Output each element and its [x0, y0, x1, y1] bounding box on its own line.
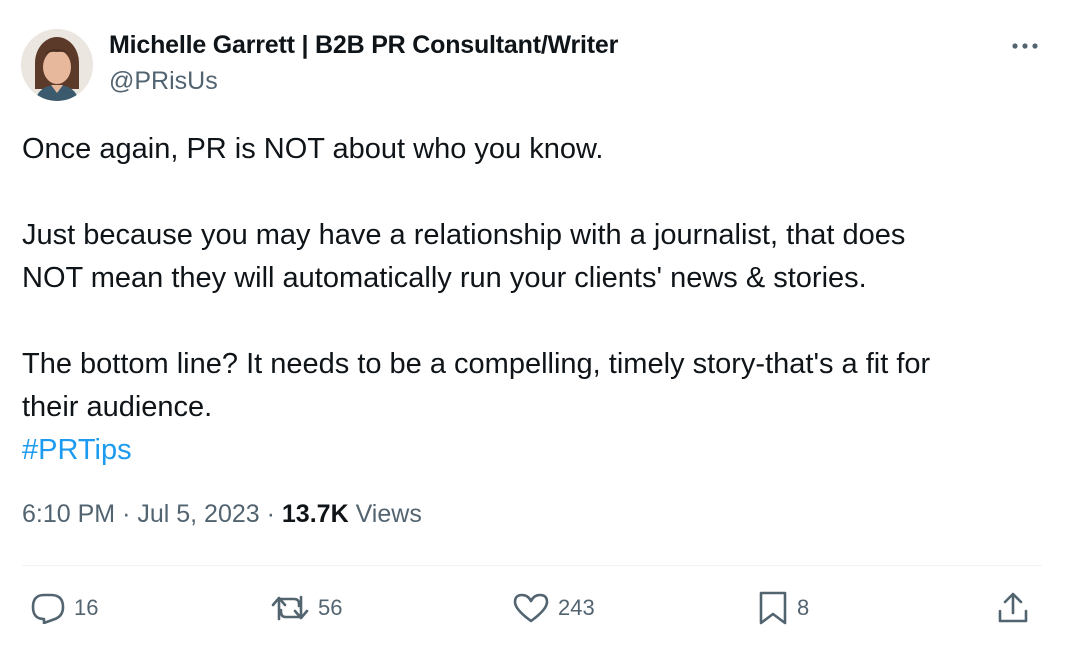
tweet-meta: 6:10 PM · Jul 5, 2023 · 13.7K Views	[22, 500, 422, 529]
tweet-date[interactable]: Jul 5, 2023	[137, 500, 259, 528]
divider	[22, 565, 1042, 566]
tweet-line: NOT mean they will automatically run you…	[22, 262, 867, 294]
more-horizontal-icon	[1012, 43, 1038, 49]
tweet-line: The bottom line? It needs to be a compel…	[22, 348, 931, 380]
like-count: 243	[558, 595, 595, 620]
views-label: Views	[355, 500, 422, 528]
avatar[interactable]	[21, 29, 93, 101]
tweet-text: Once again, PR is NOT about who you know…	[22, 128, 1032, 472]
bookmark-button[interactable]: 8	[757, 590, 809, 626]
bookmark-count: 8	[797, 595, 810, 620]
tweet-time[interactable]: 6:10 PM	[22, 500, 115, 528]
share-icon	[998, 592, 1028, 623]
retweet-count: 56	[318, 595, 343, 620]
reply-count: 16	[74, 595, 99, 620]
avatar-image	[21, 29, 93, 101]
retweet-icon	[271, 595, 309, 621]
tweet-line: Once again, PR is NOT about who you know…	[22, 133, 604, 165]
meta-separator: ·	[266, 500, 275, 528]
reply-icon	[31, 593, 65, 624]
meta-separator: ·	[122, 500, 131, 528]
heart-icon	[513, 593, 549, 623]
author-name[interactable]: Michelle Garrett | B2B PR Consultant/Wri…	[109, 31, 618, 60]
retweet-button[interactable]: 56	[270, 590, 342, 626]
share-button[interactable]	[996, 590, 1030, 626]
tweet-line: their audience.	[22, 391, 213, 423]
author-handle[interactable]: @PRisUs	[109, 67, 218, 96]
tweet-card: Michelle Garrett | B2B PR Consultant/Wri…	[0, 0, 1068, 646]
more-button[interactable]	[1008, 34, 1042, 58]
like-button[interactable]: 243	[512, 590, 595, 626]
hashtag-link[interactable]: #PRTips	[22, 434, 132, 466]
tweet-line: Just because you may have a relationship…	[22, 219, 906, 251]
views-count: 13.7K	[281, 500, 349, 528]
reply-button[interactable]: 16	[30, 590, 98, 626]
bookmark-icon	[759, 591, 787, 625]
